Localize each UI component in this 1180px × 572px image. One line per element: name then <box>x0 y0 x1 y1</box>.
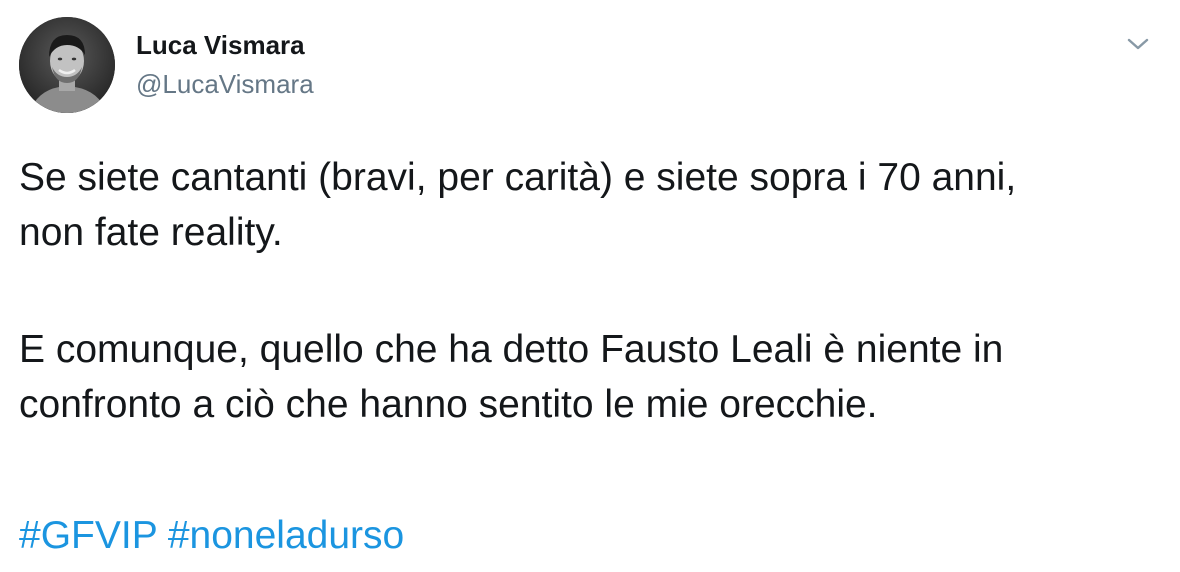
hashtag-noneladurso[interactable]: #noneladurso <box>168 514 404 557</box>
avatar[interactable] <box>19 17 115 113</box>
paragraph-break <box>19 260 1159 322</box>
display-name[interactable]: Luca Vismara <box>136 29 305 61</box>
tweet-line: E comunque, quello che ha detto Fausto L… <box>19 328 1004 371</box>
hashtag-row: #GFVIP #noneladurso <box>19 508 404 563</box>
tweet-line: confronto a ciò che hanno sentito le mie… <box>19 383 878 426</box>
tweet-line: non fate reality. <box>19 211 283 254</box>
user-handle[interactable]: @LucaVismara <box>136 68 314 100</box>
hashtag-gfvip[interactable]: #GFVIP <box>19 514 157 557</box>
avatar-photo <box>19 17 115 113</box>
chevron-down-icon[interactable] <box>1122 30 1154 58</box>
tweet-line: Se siete cantanti (bravi, per carità) e … <box>19 156 1017 199</box>
tweet-card: Luca Vismara @LucaVismara Se siete canta… <box>0 0 1180 572</box>
tweet-text: Se siete cantanti (bravi, per carità) e … <box>19 150 1159 432</box>
